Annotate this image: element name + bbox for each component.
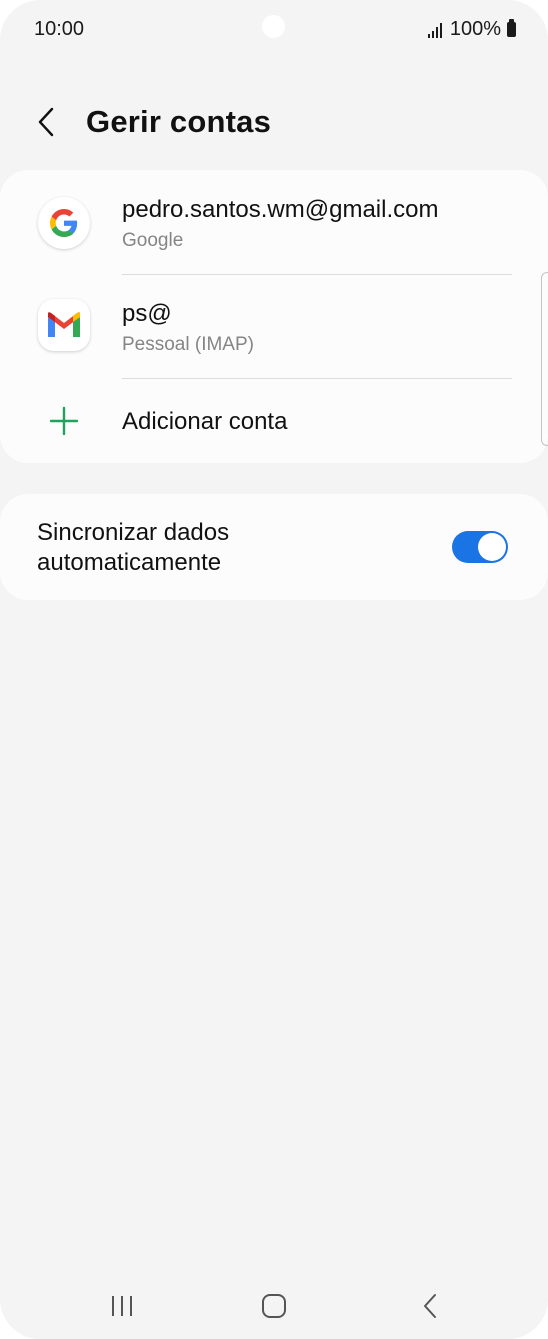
- google-logo: [50, 209, 78, 237]
- add-account-label: Adicionar conta: [122, 408, 288, 435]
- divider: [122, 378, 512, 379]
- status-right: 100%: [427, 18, 516, 41]
- home-icon: [262, 1294, 286, 1318]
- account-row-imap[interactable]: ps@ Pessoal (IMAP): [0, 275, 548, 375]
- accounts-card: pedro.santos.wm@gmail.com Google ps@ Pes…: [0, 170, 548, 463]
- back-button[interactable]: [32, 104, 64, 140]
- signal-icon: [427, 22, 442, 38]
- nav-back-button[interactable]: [412, 1288, 448, 1324]
- recents-button[interactable]: [104, 1288, 140, 1324]
- status-time: 10:00: [34, 18, 85, 40]
- account-email: ps@: [122, 300, 172, 327]
- recents-icon: [112, 1296, 132, 1316]
- sync-toggle[interactable]: [452, 531, 508, 563]
- add-account-button[interactable]: Adicionar conta: [0, 380, 548, 460]
- plus-icon: [49, 406, 79, 436]
- chevron-left-icon: [38, 107, 54, 137]
- account-type: Pessoal (IMAP): [122, 334, 254, 355]
- gmail-logo: [48, 312, 80, 337]
- battery-icon: [507, 19, 516, 37]
- scrollbar[interactable]: [541, 272, 548, 446]
- account-email: pedro.santos.wm@gmail.com: [122, 196, 439, 223]
- account-type: Google: [122, 230, 184, 251]
- toggle-knob: [478, 533, 506, 561]
- screen: 10:00 100% Gerir contas pedro.santos.wm@…: [0, 0, 548, 1339]
- gmail-icon: [38, 299, 90, 351]
- battery-percent: 100%: [449, 18, 501, 40]
- home-button[interactable]: [256, 1288, 292, 1324]
- google-icon: [38, 197, 90, 249]
- navigation-bar: [0, 1270, 548, 1339]
- camera-cutout: [262, 15, 285, 38]
- page-title: Gerir contas: [86, 104, 272, 139]
- sync-label: Sincronizar dados automaticamente: [37, 519, 230, 576]
- back-icon: [424, 1294, 436, 1318]
- header: Gerir contas: [0, 92, 548, 152]
- account-row-google[interactable]: pedro.santos.wm@gmail.com Google: [0, 170, 548, 270]
- status-bar: 10:00 100%: [0, 0, 548, 60]
